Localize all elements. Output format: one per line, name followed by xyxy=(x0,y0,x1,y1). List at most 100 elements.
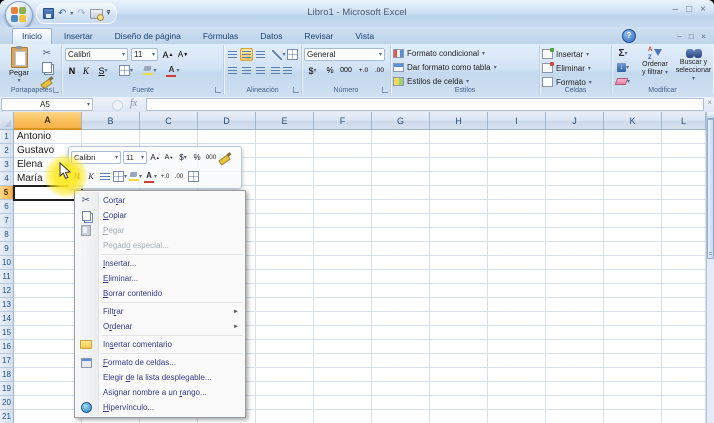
cell-i17[interactable] xyxy=(488,354,546,368)
cell-l1[interactable] xyxy=(662,130,706,144)
decrease-decimal-button[interactable]: .00 xyxy=(372,64,387,77)
cell-k5[interactable] xyxy=(604,186,662,200)
row-header-5[interactable]: 5 xyxy=(0,186,14,200)
menu-item-asignar-nombre-a-un-rango[interactable]: Asignar nombre a un rango... xyxy=(75,385,245,400)
cell-h10[interactable] xyxy=(430,256,488,270)
cell-h16[interactable] xyxy=(430,340,488,354)
cell-e7[interactable] xyxy=(256,214,314,228)
mini-percent-button[interactable]: % xyxy=(191,151,203,165)
cell-a18[interactable] xyxy=(14,368,82,382)
cell-k15[interactable] xyxy=(604,326,662,340)
cell-j3[interactable] xyxy=(546,158,604,172)
cell-e10[interactable] xyxy=(256,256,314,270)
cell-g15[interactable] xyxy=(372,326,430,340)
cell-j10[interactable] xyxy=(546,256,604,270)
cell-e8[interactable] xyxy=(256,228,314,242)
cell-k2[interactable] xyxy=(604,144,662,158)
cell-e3[interactable] xyxy=(256,158,314,172)
cell-f9[interactable] xyxy=(314,242,372,256)
row-header-18[interactable]: 18 xyxy=(0,368,14,382)
cell-f8[interactable] xyxy=(314,228,372,242)
cell-g19[interactable] xyxy=(372,382,430,396)
bold-button[interactable]: N xyxy=(66,64,78,77)
cell-g4[interactable] xyxy=(372,172,430,186)
column-header-k[interactable]: K xyxy=(604,112,662,130)
cell-e12[interactable] xyxy=(256,284,314,298)
cell-l18[interactable] xyxy=(662,368,706,382)
cell-i5[interactable] xyxy=(488,186,546,200)
mini-thousands-button[interactable]: 000 xyxy=(205,151,217,165)
restore-button[interactable]: □ xyxy=(686,5,692,15)
menu-item-eliminar[interactable]: Eliminar... xyxy=(75,271,245,286)
insert-cells-button[interactable]: Insertar▾ xyxy=(542,49,589,59)
cell-l20[interactable] xyxy=(662,396,706,410)
cell-h20[interactable] xyxy=(430,396,488,410)
cell-e1[interactable] xyxy=(256,130,314,144)
cell-e17[interactable] xyxy=(256,354,314,368)
mini-italic-button[interactable]: K xyxy=(85,170,97,184)
cell-h13[interactable] xyxy=(430,298,488,312)
cell-e16[interactable] xyxy=(256,340,314,354)
row-header-6[interactable]: 6 xyxy=(0,200,14,214)
cell-g1[interactable] xyxy=(372,130,430,144)
delete-cells-button[interactable]: Eliminar▾ xyxy=(542,63,591,73)
menu-item-cortar[interactable]: ✂Cortar xyxy=(75,193,245,208)
cell-g8[interactable] xyxy=(372,228,430,242)
increase-indent-button[interactable] xyxy=(282,64,293,77)
name-box-dropdown-icon[interactable]: ▾ xyxy=(87,101,90,108)
cell-a8[interactable] xyxy=(14,228,82,242)
grow-font-button[interactable]: A▲ xyxy=(161,48,175,61)
cell-l19[interactable] xyxy=(662,382,706,396)
cell-i11[interactable] xyxy=(488,270,546,284)
cell-f5[interactable] xyxy=(314,186,372,200)
cell-k14[interactable] xyxy=(604,312,662,326)
cell-i2[interactable] xyxy=(488,144,546,158)
cell-h6[interactable] xyxy=(430,200,488,214)
cell-i16[interactable] xyxy=(488,340,546,354)
mini-increase-decimal-button[interactable]: +.0 xyxy=(159,170,171,184)
menu-item-insertar-comentario[interactable]: Insertar comentario xyxy=(75,337,245,352)
cell-a1[interactable]: Antonio xyxy=(14,130,82,144)
mini-borders-button[interactable]: ▾ xyxy=(113,170,127,184)
menu-item-copiar[interactable]: Copiar xyxy=(75,208,245,223)
cell-e4[interactable] xyxy=(256,172,314,186)
cell-g20[interactable] xyxy=(372,396,430,410)
cell-j9[interactable] xyxy=(546,242,604,256)
cell-e6[interactable] xyxy=(256,200,314,214)
cell-g14[interactable] xyxy=(372,312,430,326)
sort-filter-button[interactable]: AZ Ordenary filtrar ▾ xyxy=(636,47,674,77)
column-header-i[interactable]: I xyxy=(488,112,546,130)
cell-j12[interactable] xyxy=(546,284,604,298)
cell-i20[interactable] xyxy=(488,396,546,410)
cell-g21[interactable] xyxy=(372,410,430,423)
cell-g3[interactable] xyxy=(372,158,430,172)
format-as-table-button[interactable]: Dar formato como tabla▾ xyxy=(393,63,497,72)
row-header-16[interactable]: 16 xyxy=(0,340,14,354)
cell-a19[interactable] xyxy=(14,382,82,396)
cell-e9[interactable] xyxy=(256,242,314,256)
cell-f15[interactable] xyxy=(314,326,372,340)
row-header-10[interactable]: 10 xyxy=(0,256,14,270)
cell-h17[interactable] xyxy=(430,354,488,368)
cell-j7[interactable] xyxy=(546,214,604,228)
column-header-h[interactable]: H xyxy=(430,112,488,130)
format-cells-button[interactable]: Formato▾ xyxy=(542,77,592,87)
align-bottom-button[interactable] xyxy=(254,48,267,61)
cell-h14[interactable] xyxy=(430,312,488,326)
dialog-launcher-icon[interactable] xyxy=(53,87,59,93)
cell-f4[interactable] xyxy=(314,172,372,186)
cell-i15[interactable] xyxy=(488,326,546,340)
cell-k1[interactable] xyxy=(604,130,662,144)
cell-g11[interactable] xyxy=(372,270,430,284)
menu-item-borrar-contenido[interactable]: Borrar contenido xyxy=(75,286,245,301)
row-header-15[interactable]: 15 xyxy=(0,326,14,340)
cell-j14[interactable] xyxy=(546,312,604,326)
cell-j16[interactable] xyxy=(546,340,604,354)
cell-l7[interactable] xyxy=(662,214,706,228)
currency-button[interactable]: $▾ xyxy=(304,64,321,77)
cell-i18[interactable] xyxy=(488,368,546,382)
menu-item-formato-de-celdas[interactable]: Formato de celdas... xyxy=(75,355,245,370)
cell-i21[interactable] xyxy=(488,410,546,423)
name-box[interactable]: A5 ▾ xyxy=(1,98,93,111)
cell-a17[interactable] xyxy=(14,354,82,368)
